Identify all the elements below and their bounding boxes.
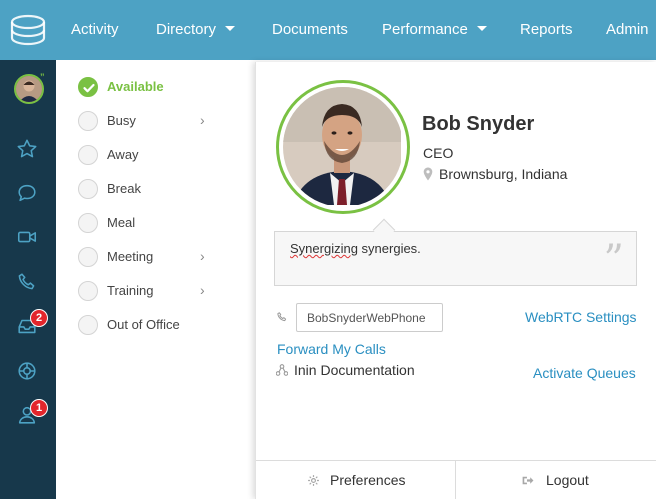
- avatar-photo-icon: [16, 76, 42, 102]
- phone-icon: [277, 312, 287, 322]
- card-footer: Preferences Logout: [256, 460, 656, 499]
- status-label: Meeting: [107, 249, 154, 264]
- status-item-meeting[interactable]: Meeting ›: [78, 247, 248, 269]
- app-logo[interactable]: [8, 10, 48, 50]
- status-label: Meal: [107, 215, 136, 230]
- chat-icon: [18, 184, 36, 202]
- documentation-link[interactable]: Inin Documentation: [275, 362, 415, 378]
- status-item-break[interactable]: Break: [78, 179, 248, 201]
- inbox-count-badge: 2: [30, 309, 48, 327]
- top-nav-bar: Activity Directory Documents Performance…: [0, 0, 656, 60]
- status-message-rest: synergies.: [357, 241, 421, 256]
- profile-title: CEO: [423, 145, 454, 161]
- status-message-box[interactable]: Synergizing synergies. ”: [274, 231, 637, 286]
- phone-button[interactable]: [16, 271, 42, 297]
- network-icon: [275, 364, 289, 376]
- logout-button[interactable]: Logout: [457, 461, 656, 499]
- activate-queues-link[interactable]: Activate Queues: [533, 365, 636, 381]
- status-radio[interactable]: [78, 179, 98, 199]
- documentation-text: Inin Documentation: [294, 362, 415, 378]
- status-label: Training: [107, 283, 154, 298]
- chevron-down-icon: [476, 26, 487, 31]
- status-item-available[interactable]: Available: [78, 77, 248, 99]
- nav-performance[interactable]: Performance: [382, 21, 487, 38]
- check-icon: [83, 83, 95, 93]
- logout-icon: [522, 476, 534, 485]
- nav-reports-label: Reports: [520, 21, 573, 38]
- nav-documents-label: Documents: [272, 21, 348, 38]
- status-radio[interactable]: [78, 111, 98, 131]
- location-pin-icon: [423, 167, 433, 181]
- chevron-down-icon: [225, 26, 236, 31]
- nav-directory-label: Directory: [156, 21, 217, 38]
- status-radio[interactable]: [78, 213, 98, 233]
- profile-name: Bob Snyder: [422, 113, 535, 135]
- profile-photo[interactable]: [276, 80, 410, 214]
- video-button[interactable]: [16, 226, 42, 252]
- chat-button[interactable]: [16, 182, 42, 208]
- video-icon: [17, 231, 37, 243]
- status-label: Break: [107, 181, 141, 196]
- left-rail: ” 2 1: [0, 60, 56, 499]
- status-message-word: Synergizing: [290, 241, 358, 256]
- presence-indicator-icon: ”: [40, 72, 45, 82]
- chevron-right-icon: ›: [200, 282, 205, 298]
- nav-activity[interactable]: Activity: [71, 21, 119, 38]
- status-label: Available: [107, 79, 164, 94]
- gear-icon: [308, 475, 319, 486]
- status-radio[interactable]: [78, 281, 98, 301]
- forward-my-calls-link[interactable]: Forward My Calls: [277, 341, 386, 357]
- status-label: Busy: [107, 113, 136, 128]
- preferences-button[interactable]: Preferences: [256, 461, 456, 499]
- nav-directory[interactable]: Directory: [156, 21, 236, 38]
- status-label: Away: [107, 147, 139, 162]
- chevron-right-icon: ›: [200, 112, 205, 128]
- target-icon: [18, 362, 36, 380]
- favorites-button[interactable]: [16, 138, 42, 164]
- notification-count-badge: 1: [30, 399, 48, 417]
- nav-documents[interactable]: Documents: [272, 21, 348, 38]
- queue-activation-button[interactable]: [16, 360, 42, 386]
- nav-admin-label: Admin: [606, 21, 649, 38]
- status-menu: Available Busy › Away Break Meal Meeting…: [56, 60, 256, 499]
- profile-card: Bob Snyder CEO Brownsburg, Indiana Syner…: [255, 62, 656, 499]
- status-label: Out of Office: [107, 317, 180, 332]
- star-icon: [17, 139, 37, 158]
- status-radio[interactable]: [78, 145, 98, 165]
- chevron-right-icon: ›: [200, 248, 205, 264]
- status-item-meal[interactable]: Meal: [78, 213, 248, 235]
- nav-reports[interactable]: Reports: [520, 21, 573, 38]
- nav-admin[interactable]: Admin: [606, 21, 649, 38]
- person-portrait-icon: [283, 87, 401, 205]
- phone-icon: [18, 273, 35, 290]
- status-radio-checked[interactable]: [78, 77, 98, 97]
- status-item-away[interactable]: Away: [78, 145, 248, 167]
- web-phone-field[interactable]: [296, 303, 443, 332]
- status-item-training[interactable]: Training ›: [78, 281, 248, 303]
- quote-icon: ”: [603, 237, 624, 283]
- status-item-out-of-office[interactable]: Out of Office: [78, 315, 248, 337]
- webrtc-settings-link[interactable]: WebRTC Settings: [525, 309, 637, 325]
- logout-label: Logout: [546, 472, 589, 488]
- nav-performance-label: Performance: [382, 21, 468, 38]
- nav-activity-label: Activity: [71, 21, 119, 38]
- status-message: Synergizing synergies.: [290, 241, 421, 256]
- location-text: Brownsburg, Indiana: [439, 166, 568, 182]
- profile-photo-image: [283, 87, 403, 207]
- status-radio[interactable]: [78, 247, 98, 267]
- status-item-busy[interactable]: Busy ›: [78, 111, 248, 133]
- status-radio[interactable]: [78, 315, 98, 335]
- profile-location: Brownsburg, Indiana: [423, 166, 567, 182]
- preferences-label: Preferences: [330, 472, 406, 488]
